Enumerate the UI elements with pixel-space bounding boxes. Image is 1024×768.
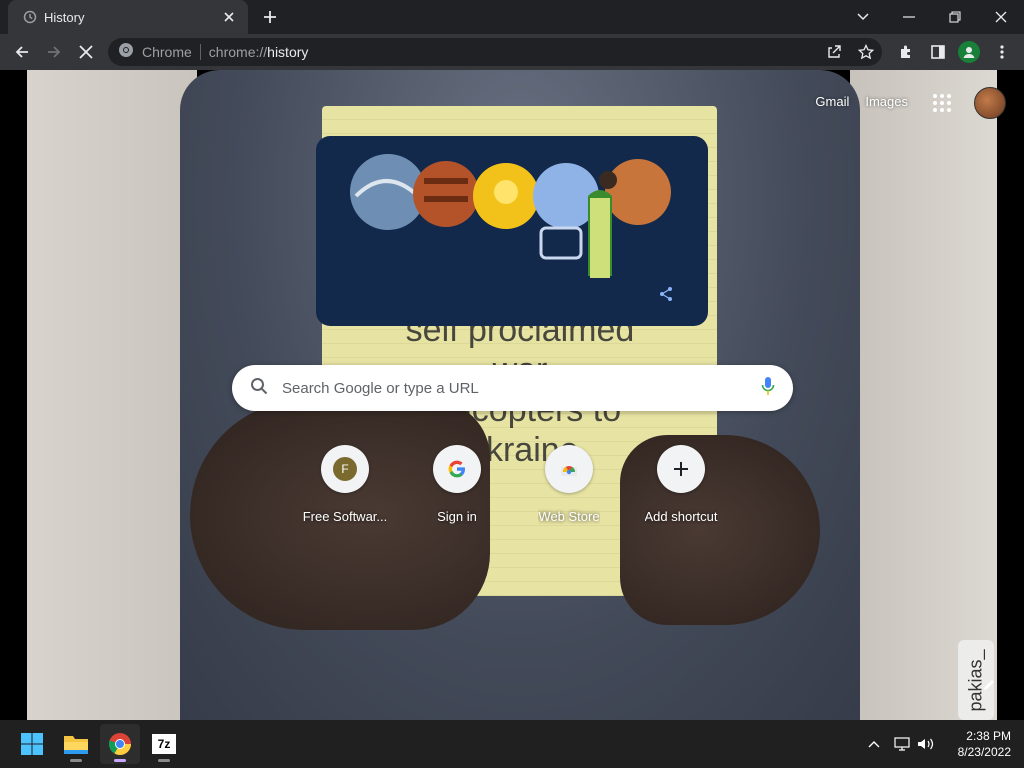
google-apps-icon[interactable]: [933, 94, 951, 112]
chrome-taskbar-button[interactable]: [100, 724, 140, 764]
file-explorer-button[interactable]: [56, 724, 96, 764]
bookmark-star-icon[interactable]: [852, 38, 880, 66]
gmail-link[interactable]: Gmail: [815, 94, 849, 109]
top-links: Gmail Images: [815, 94, 908, 109]
chrome-icon: [108, 733, 131, 755]
start-button[interactable]: [12, 724, 52, 764]
7zip-taskbar-button[interactable]: 7z: [144, 724, 184, 764]
images-link[interactable]: Images: [865, 94, 908, 109]
extensions-icon[interactable]: [892, 38, 920, 66]
search-input[interactable]: [282, 379, 761, 397]
share-icon[interactable]: [820, 38, 848, 66]
doodle-share-icon[interactable]: [658, 286, 678, 306]
toolbar: Chrome chrome:// history: [0, 34, 1024, 70]
tab-strip: History: [0, 0, 1024, 34]
shortcut-free-software[interactable]: F Free Softwar...: [289, 445, 401, 524]
running-indicator: [158, 759, 170, 762]
shortcut-tiles: F Free Softwar... Sign in Web Store Add …: [289, 445, 737, 524]
side-panel-icon[interactable]: [924, 38, 952, 66]
google-g-icon: [433, 445, 481, 493]
plus-icon: [657, 445, 705, 493]
shortcut-label: Sign in: [437, 509, 477, 524]
omnibox-separator: [199, 44, 201, 60]
clock-time: 2:38 PM: [966, 729, 1011, 743]
search-icon: [250, 377, 268, 400]
web-store-icon: [545, 445, 593, 493]
close-window-button[interactable]: [978, 0, 1024, 34]
shortcut-letter-icon: F: [321, 445, 369, 493]
network-icon[interactable]: [892, 734, 912, 754]
new-tab-button[interactable]: [258, 5, 282, 29]
voice-search-icon[interactable]: [761, 376, 775, 401]
tab-history[interactable]: History: [8, 0, 248, 34]
tab-title: History: [44, 9, 85, 25]
customize-pencil-icon[interactable]: [982, 678, 1002, 698]
taskbar: 7z 2:38 PM 8/23/2022: [0, 720, 1024, 768]
shortcut-letter: F: [333, 457, 357, 481]
running-indicator: [70, 759, 82, 762]
google-account-avatar[interactable]: [974, 87, 1006, 119]
new-tab-page: self proclaimed war helicopters to Ukrai…: [0, 70, 1024, 720]
search-box[interactable]: [232, 365, 793, 411]
shortcut-web-store[interactable]: Web Store: [513, 445, 625, 524]
profile-avatar-button[interactable]: [958, 41, 980, 63]
stop-loading-button[interactable]: [72, 38, 100, 66]
system-clock[interactable]: 2:38 PM 8/23/2022: [945, 728, 1011, 760]
shortcut-sign-in[interactable]: Sign in: [401, 445, 513, 524]
active-indicator: [114, 759, 126, 762]
clock-date: 8/23/2022: [957, 745, 1011, 759]
close-tab-icon[interactable]: [220, 8, 238, 26]
url-path: history: [267, 44, 309, 60]
shortcut-label: Free Softwar...: [302, 509, 388, 524]
volume-icon[interactable]: [916, 734, 936, 754]
file-explorer-icon: [64, 736, 88, 754]
forward-button[interactable]: [40, 38, 68, 66]
shortcut-label: Web Store: [538, 509, 600, 524]
background-wall-right: [850, 70, 997, 720]
shortcut-label: Add shortcut: [644, 509, 718, 524]
chrome-logo-icon: [118, 42, 134, 63]
show-hidden-icons-chevron-icon[interactable]: [864, 734, 884, 754]
restore-button[interactable]: [932, 0, 978, 34]
address-bar[interactable]: Chrome chrome:// history: [108, 38, 882, 66]
minimize-button[interactable]: [886, 0, 932, 34]
back-button[interactable]: [8, 38, 36, 66]
start-icon: [21, 733, 43, 755]
url-scheme: chrome://: [208, 44, 268, 60]
google-doodle[interactable]: [316, 136, 708, 326]
page-origin-label: Chrome: [142, 44, 192, 60]
7zip-icon: 7z: [152, 734, 176, 754]
more-menu-icon[interactable]: [988, 38, 1016, 66]
history-icon: [22, 9, 38, 25]
background-wall-left: [27, 70, 197, 720]
add-shortcut-button[interactable]: Add shortcut: [625, 445, 737, 524]
tab-search-button[interactable]: [840, 0, 886, 34]
